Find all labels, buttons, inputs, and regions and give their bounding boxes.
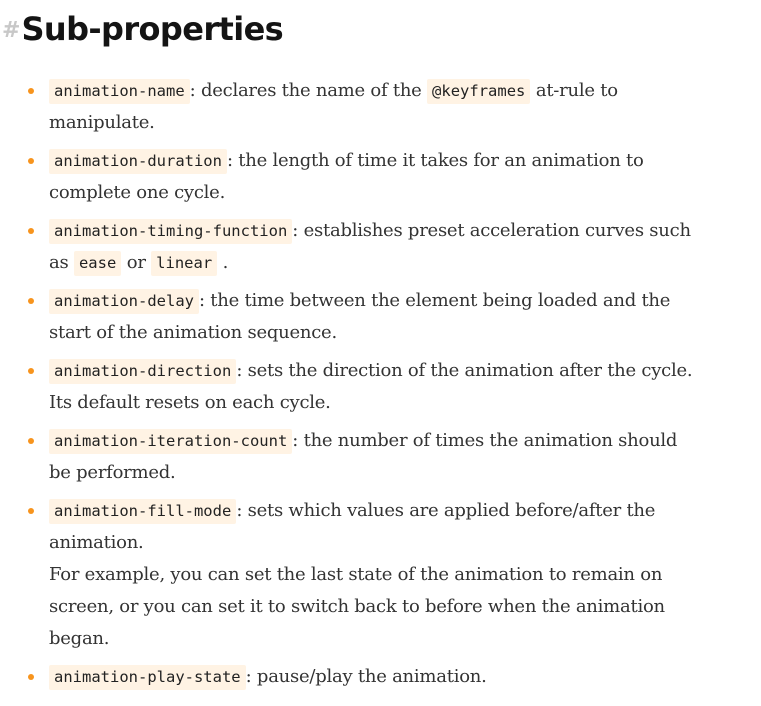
anchor-hash-link[interactable]: # xyxy=(2,18,20,43)
section-title: Sub-properties xyxy=(21,10,284,48)
inline-code: ease xyxy=(73,251,122,276)
property-code: animation-iteration-count xyxy=(49,429,293,454)
description-text: : the time between the element being loa… xyxy=(198,290,671,311)
bullet-icon xyxy=(28,158,34,164)
description-text: start of the animation sequence. xyxy=(49,322,337,343)
bullet-icon xyxy=(28,88,34,94)
property-code: animation-duration xyxy=(49,149,227,174)
property-code: animation-delay xyxy=(49,289,199,314)
description-text: at-rule to xyxy=(530,80,618,101)
description-text: be performed. xyxy=(49,462,176,483)
description-text: : sets which values are applied before/a… xyxy=(236,500,656,521)
list-item-animation-play-state: animation-play-state: pause/play the ani… xyxy=(28,661,757,693)
description-text: : sets the direction of the animation af… xyxy=(236,360,693,381)
description-text: or xyxy=(121,252,152,273)
list-item-animation-iteration-count: animation-iteration-count: the number of… xyxy=(28,425,757,489)
list-item-animation-direction: animation-direction: sets the direction … xyxy=(28,355,757,419)
description-text: manipulate. xyxy=(49,112,155,133)
description-text: as xyxy=(49,252,74,273)
list-item-animation-duration: animation-duration: the length of time i… xyxy=(28,145,757,209)
description-text: complete one cycle. xyxy=(49,182,226,203)
inline-code: linear xyxy=(151,251,218,276)
property-code: animation-fill-mode xyxy=(49,499,237,524)
bullet-icon xyxy=(28,438,34,444)
property-code: animation-play-state xyxy=(49,665,246,690)
description-text: : the length of time it takes for an ani… xyxy=(226,150,644,171)
description-text: screen, or you can set it to switch back… xyxy=(49,596,665,617)
description-text: animation. xyxy=(49,532,144,553)
description-text: For example, you can set the last state … xyxy=(49,564,663,585)
description-text: . xyxy=(217,252,229,273)
description-text: : establishes preset acceleration curves… xyxy=(292,220,691,241)
bullet-icon xyxy=(28,228,34,234)
list-item-animation-timing-function: animation-timing-function: establishes p… xyxy=(28,215,757,279)
inline-code: @keyframes xyxy=(427,79,531,104)
list-item-animation-delay: animation-delay: the time between the el… xyxy=(28,285,757,349)
sub-properties-list: animation-name: declares the name of the… xyxy=(28,75,757,699)
property-code: animation-timing-function xyxy=(49,219,293,244)
description-text: : the number of times the animation shou… xyxy=(292,430,678,451)
property-code: animation-name xyxy=(49,79,190,104)
bullet-icon xyxy=(28,508,34,514)
description-text: : declares the name of the xyxy=(189,80,428,101)
bullet-icon xyxy=(28,674,34,680)
list-item-animation-name: animation-name: declares the name of the… xyxy=(28,75,757,139)
description-text: began. xyxy=(49,628,110,649)
bullet-icon xyxy=(28,298,34,304)
bullet-icon xyxy=(28,368,34,374)
description-text: Its default resets on each cycle. xyxy=(49,392,331,413)
property-code: animation-direction xyxy=(49,359,237,384)
list-item-animation-fill-mode: animation-fill-mode: sets which values a… xyxy=(28,495,757,655)
description-text: : pause/play the animation. xyxy=(245,666,487,687)
section-heading: # Sub-properties xyxy=(2,4,284,54)
